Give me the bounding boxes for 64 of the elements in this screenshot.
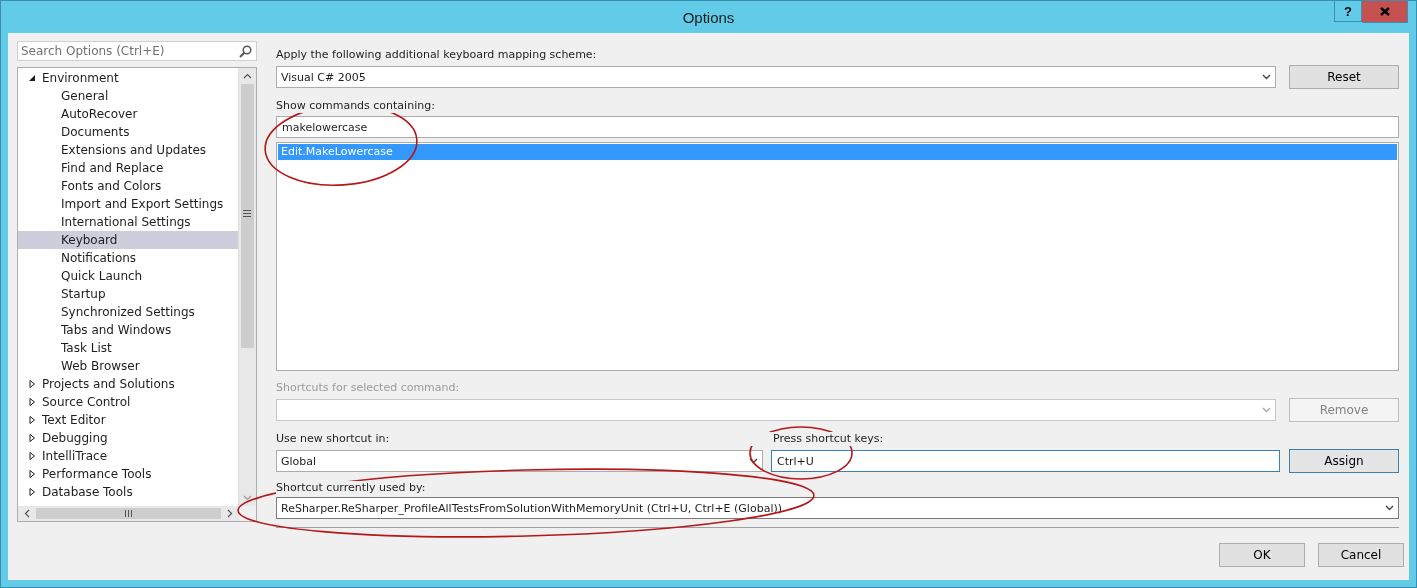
shortcut-keys-field[interactable]: Ctrl+U	[771, 450, 1280, 472]
tree-item[interactable]: Synchronized Settings	[18, 303, 239, 321]
tree-item[interactable]: Find and Replace	[18, 159, 239, 177]
tree-item[interactable]: Database Tools	[18, 483, 239, 501]
caret-icon	[1262, 407, 1271, 413]
tree-item[interactable]: Debugging	[18, 429, 239, 447]
caret-icon	[749, 458, 758, 464]
scope-dropdown[interactable]: Global	[276, 450, 763, 472]
field-label: Show commands containing:	[276, 99, 437, 113]
tree-item[interactable]: Keyboard	[18, 231, 239, 249]
tree-item[interactable]: General	[18, 87, 239, 105]
tree-item[interactable]: IntelliTrace	[18, 447, 239, 465]
reset-button[interactable]: Reset	[1289, 65, 1399, 89]
tree-item[interactable]: Quick Launch	[18, 267, 239, 285]
caret-icon	[1262, 74, 1271, 80]
grip-icon	[243, 210, 251, 217]
scrollbar-thumb[interactable]	[36, 508, 221, 519]
tree-item[interactable]: Import and Export Settings	[18, 195, 239, 213]
vertical-scrollbar[interactable]	[238, 68, 256, 506]
field-label: Shortcut currently used by:	[276, 481, 428, 495]
tree-item[interactable]: Task List	[18, 339, 239, 357]
tree-item[interactable]: International Settings	[18, 213, 239, 231]
scroll-right-icon[interactable]	[227, 509, 233, 518]
close-button[interactable]	[1362, 1, 1408, 23]
collapsed-triangle-icon[interactable]	[28, 434, 36, 442]
window-title: Options	[682, 8, 735, 26]
scroll-up-icon[interactable]	[243, 73, 252, 79]
horizontal-scrollbar[interactable]	[18, 506, 239, 521]
collapsed-triangle-icon[interactable]	[28, 398, 36, 406]
commands-filter-field[interactable]: makelowercase	[276, 116, 1399, 138]
tree-item[interactable]: Startup	[18, 285, 239, 303]
grip-icon	[125, 510, 132, 517]
scheme-dropdown[interactable]: Visual C# 2005	[276, 66, 1276, 88]
tree-item[interactable]: Notifications	[18, 249, 239, 267]
collapsed-triangle-icon[interactable]	[28, 452, 36, 460]
tree-item[interactable]: Extensions and Updates	[18, 141, 239, 159]
tree-item[interactable]: Performance Tools	[18, 465, 239, 483]
tree-item[interactable]: AutoRecover	[18, 105, 239, 123]
collapsed-triangle-icon[interactable]	[28, 380, 36, 388]
tree-item[interactable]: Source Control	[18, 393, 239, 411]
expanded-triangle-icon[interactable]	[28, 74, 36, 82]
tree-item[interactable]: Web Browser	[18, 357, 239, 375]
close-icon	[1379, 7, 1390, 16]
field-label: Use new shortcut in:	[276, 432, 773, 446]
scrollbar-thumb[interactable]	[241, 84, 254, 348]
ok-button[interactable]: OK	[1219, 543, 1305, 567]
tree-item[interactable]: Environment	[18, 69, 239, 87]
scroll-left-icon[interactable]	[24, 509, 30, 518]
scroll-down-icon[interactable]	[243, 495, 252, 501]
caret-icon	[1385, 505, 1394, 511]
cancel-button[interactable]: Cancel	[1318, 543, 1404, 567]
used-by-dropdown[interactable]: ReSharper.ReSharper_ProfileAllTestsFromSolutionWithMemoryUnit (Ctrl+U, Ctrl+E (Global))	[276, 497, 1399, 519]
tree-item[interactable]: Text Editor	[18, 411, 239, 429]
search-field[interactable]: Search Options (Ctrl+E)	[17, 41, 257, 61]
help-button[interactable]: ?	[1334, 1, 1362, 22]
collapsed-triangle-icon[interactable]	[28, 488, 36, 496]
tree-item[interactable]: Projects and Solutions	[18, 375, 239, 393]
tree-item[interactable]: Tabs and Windows	[18, 321, 239, 339]
search-icon	[239, 44, 252, 58]
tree-item[interactable]: Fonts and Colors	[18, 177, 239, 195]
collapsed-triangle-icon[interactable]	[28, 416, 36, 424]
assign-button[interactable]: Assign	[1289, 449, 1399, 473]
tree-item[interactable]: Documents	[18, 123, 239, 141]
collapsed-triangle-icon[interactable]	[28, 470, 36, 478]
